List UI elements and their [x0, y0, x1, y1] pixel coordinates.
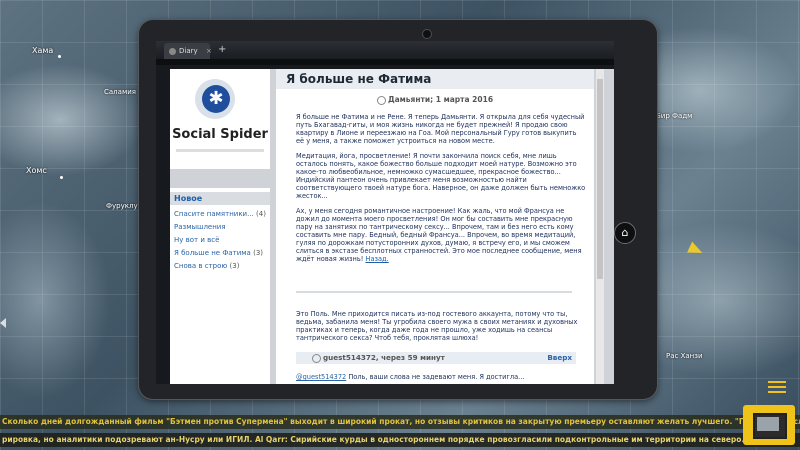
ticker-text: Сколько дней долгожданный фильм "Бэтмен …	[2, 417, 800, 426]
page-scrollbar[interactable]	[596, 69, 604, 384]
tablet-toggle-icon[interactable]	[743, 405, 795, 445]
sidebar-item-label: Размышления	[174, 223, 226, 231]
sidebar-item-count: (3)	[229, 262, 240, 270]
city-marker	[60, 176, 63, 179]
sidebar-item-label: Я больше не Фатима	[174, 249, 251, 257]
new-tab-button[interactable]: +	[218, 43, 226, 57]
camera-icon	[422, 29, 432, 39]
sidebar-item[interactable]: Ну вот и всё	[174, 236, 270, 244]
map-label-furuklus: Фуруклус	[106, 202, 142, 210]
comment-author-link[interactable]: @guest514372	[296, 373, 346, 381]
web-page: ✱ Social Spider Новое Спасите памятники.…	[170, 69, 614, 384]
comment-footer: guest514372, через 59 минут Вверх	[296, 352, 576, 364]
browser-tab-bar: Diary × +	[156, 41, 614, 59]
sidebar-item-count: (4)	[256, 210, 266, 218]
spider-icon: ✱	[202, 85, 230, 113]
scroll-up-link[interactable]: Вверх	[547, 352, 572, 364]
sidebar-item-label: Ну вот и всё	[174, 236, 220, 244]
news-ticker-bottom: рировка, но аналитики подозревают ан-Нус…	[0, 433, 800, 447]
tab-diary[interactable]: Diary ×	[164, 43, 212, 59]
user-icon	[376, 95, 386, 105]
post-paragraph: Медитация, йога, просветление! Я почти з…	[296, 152, 586, 200]
sidebar-item[interactable]: Снова в строю (3)	[174, 262, 270, 270]
address-strip	[156, 59, 614, 65]
sidebar-item[interactable]: Я больше не Фатима (3)	[174, 249, 270, 257]
post-content: Я больше не Фатима Дамьянти; 1 марта 201…	[276, 69, 594, 384]
divider	[296, 291, 572, 293]
post-meta-text: Дамьянти; 1 марта 2016	[387, 95, 494, 104]
sidebar-heading: Новое	[170, 192, 270, 205]
map-label-bir-fadm: Бир Фадм	[656, 112, 693, 120]
back-link[interactable]: Назад.	[366, 255, 389, 263]
ticker-text: рировка, но аналитики подозревают ан-Нус…	[2, 435, 751, 444]
post-paragraph: Ах, у меня сегодня романтичное настроени…	[296, 207, 586, 263]
tablet-screen: Diary × + ✱ Social Spider Новое Спасите …	[156, 41, 614, 384]
sidebar-item-count: (3)	[253, 249, 264, 257]
site-logo-block[interactable]: ✱ Social Spider	[170, 69, 270, 169]
map-label-ras-hanzi: Рас Ханзи	[666, 352, 703, 360]
map-label-homs: Хомс	[26, 166, 47, 175]
sidebar-menu: Новое Спасите памятники... (4) Размышлен…	[170, 188, 270, 384]
user-icon	[312, 353, 321, 363]
home-button[interactable]: ⌂	[614, 222, 636, 244]
sidebar-item-label: Спасите памятники...	[174, 210, 254, 218]
tab-close-button[interactable]: ×	[206, 43, 212, 59]
sidebar-item-label: Снова в строю	[174, 262, 228, 270]
post-meta: Дамьянти; 1 марта 2016	[276, 95, 594, 105]
left-arrow-icon[interactable]	[0, 318, 6, 328]
home-icon: ⌂	[621, 226, 629, 239]
news-ticker-top: Сколько дней долгожданный фильм "Бэтмен …	[0, 415, 800, 429]
divider	[176, 149, 264, 152]
scrollbar-thumb[interactable]	[597, 79, 603, 279]
sidebar-item[interactable]: Спасите памятники... (4)	[174, 210, 270, 218]
map-label-hama: Хама	[32, 46, 54, 55]
comment-text: Это Поль. Мне приходится писать из-под г…	[296, 310, 578, 342]
hamburger-menu-icon[interactable]	[768, 381, 786, 395]
sidebar-item[interactable]: Размышления	[174, 223, 270, 231]
site-name: Social Spider	[172, 127, 268, 142]
city-marker	[58, 55, 61, 58]
comment-body: Поль, ваши слова не задевают меня. Я дос…	[348, 373, 525, 381]
post-title: Я больше не Фатима	[276, 69, 594, 89]
comment-author: guest514372, через 59 минут	[323, 353, 445, 362]
globe-icon	[169, 47, 176, 55]
map-label-salamia: Саламия	[104, 88, 136, 96]
post-paragraph-text: Ах, у меня сегодня романтичное настроени…	[296, 207, 582, 263]
comment-text: @guest514372 Поль, ваши слова не задеваю…	[296, 373, 576, 381]
tab-label: Diary	[179, 47, 198, 55]
post-paragraph: Я больше не Фатима и не Рене. Я теперь Д…	[296, 113, 585, 145]
post-body: Я больше не Фатима и не Рене. Я теперь Д…	[296, 113, 586, 270]
